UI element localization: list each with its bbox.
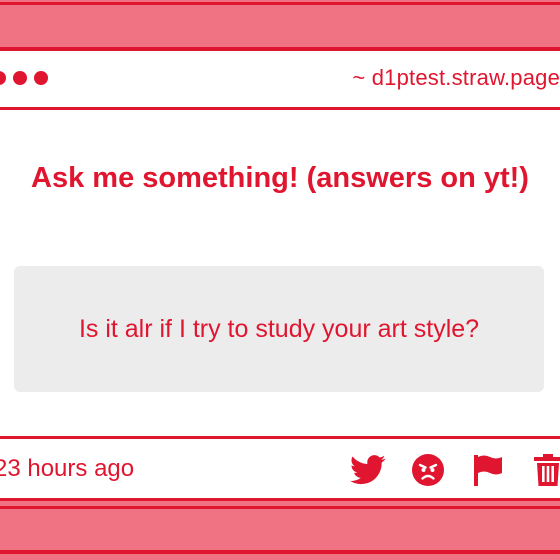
flag-icon[interactable] <box>470 452 506 488</box>
question-text: Is it alr if I try to study your art sty… <box>78 314 480 343</box>
band-line <box>0 550 560 554</box>
band-line <box>0 506 560 509</box>
angry-face-icon[interactable] <box>410 452 446 488</box>
band-line <box>0 498 560 501</box>
trash-icon[interactable] <box>530 452 560 488</box>
header-divider <box>0 107 560 110</box>
browser-bar: ~ d1ptest.straw.page <box>0 51 560 107</box>
window-dot <box>13 71 27 85</box>
url-text[interactable]: ~ d1ptest.straw.page <box>352 65 560 91</box>
top-decorative-band <box>0 0 560 52</box>
question-card: Is it alr if I try to study your art sty… <box>14 266 544 392</box>
footer-divider <box>0 436 560 439</box>
window-dot <box>0 71 6 85</box>
action-icons <box>350 452 560 488</box>
window-dot <box>34 71 48 85</box>
twitter-icon[interactable] <box>350 452 386 488</box>
bottom-decorative-band <box>0 498 560 560</box>
window-dots <box>0 71 48 85</box>
timestamp: 23 hours ago <box>0 455 135 482</box>
card-title: Ask me something! (answers on yt!) <box>31 162 529 194</box>
